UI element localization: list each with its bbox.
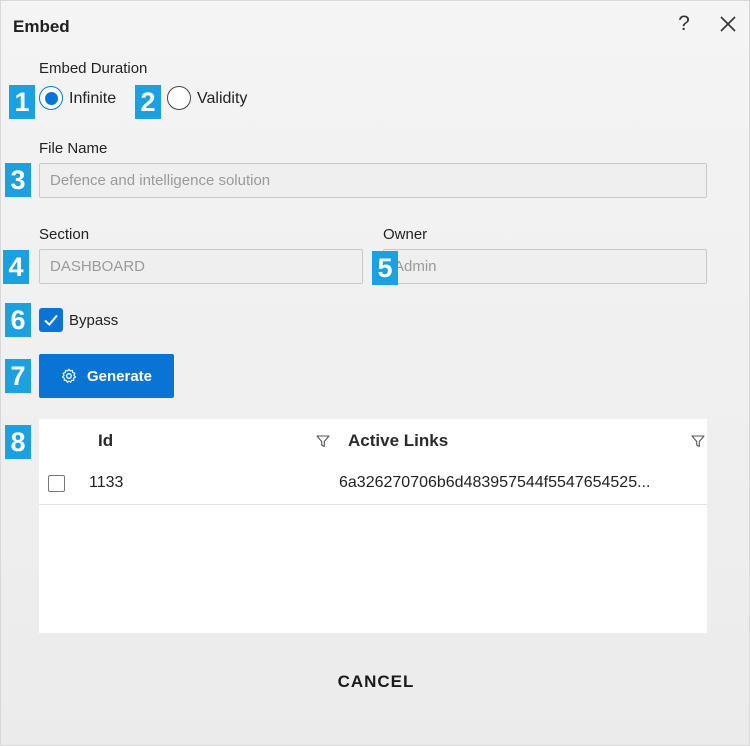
infinite-label[interactable]: Infinite: [69, 90, 116, 108]
grid-header: Id Active Links: [39, 419, 707, 463]
step-badge-1: 1: [9, 85, 35, 119]
owner-label: Owner: [383, 226, 428, 243]
generate-button[interactable]: Generate: [39, 354, 174, 398]
embed-dialog: Embed ? Embed Duration 1 Infinite 2 Vali…: [0, 0, 750, 746]
dialog-title: Embed: [13, 17, 70, 36]
infinite-radio[interactable]: [39, 86, 63, 110]
file-name-field[interactable]: Defence and intelligence solution: [39, 163, 707, 198]
step-badge-4: 4: [3, 250, 29, 284]
bypass-label[interactable]: Bypass: [69, 312, 118, 329]
step-badge-2: 2: [135, 85, 161, 119]
step-badge-7: 7: [5, 359, 31, 393]
owner-field[interactable]: Admin: [383, 249, 707, 284]
row-id: 1133: [89, 474, 124, 491]
cancel-button[interactable]: CANCEL: [321, 669, 431, 695]
radio-dot: [44, 91, 58, 105]
column-header-id[interactable]: Id: [98, 431, 113, 451]
step-badge-3: 3: [5, 163, 31, 197]
section-field[interactable]: DASHBOARD: [39, 249, 363, 284]
filter-icon[interactable]: [691, 434, 705, 448]
bypass-checkbox[interactable]: [39, 308, 63, 332]
step-badge-6: 6: [5, 303, 31, 337]
validity-label[interactable]: Validity: [197, 90, 247, 108]
generate-label: Generate: [86, 367, 153, 385]
file-name-label: File Name: [39, 140, 108, 157]
column-header-active-links[interactable]: Active Links: [348, 431, 448, 451]
embed-duration-label: Embed Duration: [39, 60, 148, 77]
step-badge-5: 5: [372, 251, 398, 285]
close-icon[interactable]: [715, 11, 741, 37]
row-active-link: 6a326270706b6d483957544f5547654525...: [339, 474, 651, 491]
filter-icon[interactable]: [316, 434, 330, 448]
check-icon: [44, 314, 58, 326]
help-icon[interactable]: ?: [671, 11, 697, 37]
step-badge-8: 8: [5, 425, 31, 459]
table-row[interactable]: 1133 6a326270706b6d483957544f5547654525.…: [39, 463, 707, 505]
section-label: Section: [39, 226, 90, 243]
validity-radio[interactable]: [167, 86, 191, 110]
row-checkbox[interactable]: [48, 475, 65, 492]
active-links-grid: Id Active Links 1133 6a326270706b6d48395…: [39, 419, 707, 633]
gear-icon: [61, 368, 77, 383]
